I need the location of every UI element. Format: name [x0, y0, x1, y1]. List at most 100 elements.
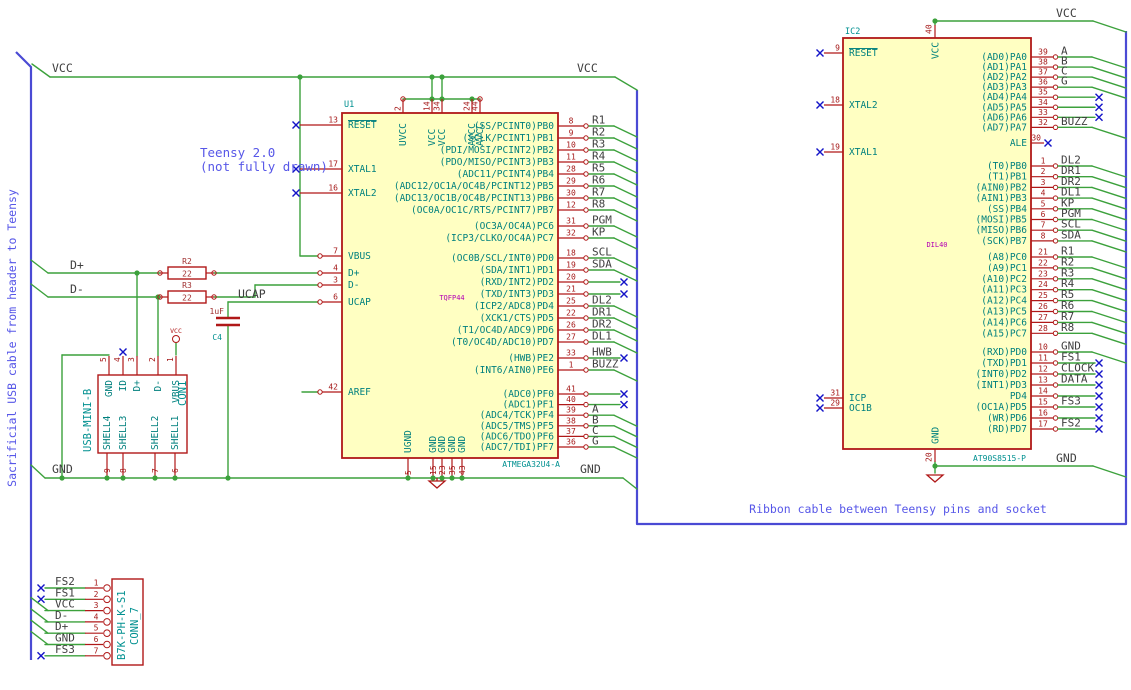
pin-name: (A11)PC3: [981, 285, 1027, 296]
resistor-r3: R3 22: [157, 281, 217, 304]
pin-name: (ICP3/CLKO/OC4A)PC7: [445, 233, 554, 244]
pin-number: 1: [166, 357, 175, 362]
no-connect-icon: [1094, 103, 1104, 112]
pin-number: 2: [148, 357, 157, 362]
no-connect-icon: [1094, 424, 1104, 434]
right-ic-pc-pins: (A8)PC0 21 R1 (A9)PC1 22 R2 (A10)PC2 23: [981, 245, 1127, 345]
pin-number: 9: [103, 468, 112, 473]
net-label-dplus: D+: [70, 258, 84, 272]
note-teensy-line1: Teensy 2.0: [200, 145, 275, 160]
pin-name: D+: [348, 268, 360, 279]
net-label-ucap: UCAP: [238, 287, 266, 301]
resistor-value: 22: [182, 294, 192, 303]
pin-number: 2: [1041, 167, 1046, 176]
pin-name: SHELL1: [170, 415, 181, 450]
pin-name: (A15)PC7: [981, 328, 1027, 339]
pin-name: (MISO)PB6: [976, 225, 1028, 236]
note-teensy-line2: (not fully drawn): [200, 159, 328, 174]
pin-number: 10: [566, 141, 576, 150]
pin-number: 26: [1038, 302, 1048, 311]
pin-name: (OC0B/SCL/INT0)PD0: [451, 253, 554, 264]
pin-name: GND: [931, 427, 942, 444]
pin-number: 4: [113, 357, 122, 362]
pin-name: (AD7)PA7: [981, 122, 1027, 133]
pin-number: 14: [1038, 387, 1048, 396]
pin-name: (MOSI)PB5: [976, 215, 1027, 226]
no-connect-icon: [1094, 380, 1104, 390]
pin-number: 34: [1038, 98, 1048, 107]
pin-name: D-: [153, 380, 164, 391]
no-connect-icon: [815, 393, 825, 403]
pin-number: 15: [1038, 398, 1048, 407]
pin-name: VBUS: [348, 251, 371, 262]
net-label: FS3: [1061, 395, 1081, 408]
left-ic-value: TQFP44: [439, 294, 464, 302]
pin-number: 19: [566, 261, 576, 270]
pin-name: XTAL2: [348, 188, 377, 199]
pin-number: 13: [328, 116, 338, 125]
pin-number: 5: [99, 357, 108, 362]
net-label: R8: [1061, 321, 1074, 334]
pin-name: AREF: [348, 387, 371, 398]
pin-name: (SS/PCINT0)PB0: [474, 121, 554, 132]
pin-name: D-: [348, 280, 359, 291]
pin-name: (ADC11/PCINT4)PB4: [457, 169, 555, 180]
pin-number: 6: [333, 293, 338, 302]
pin-number: 27: [566, 333, 576, 342]
pin-number: 11: [1038, 354, 1048, 363]
pin-name: (PDI/MOSI/PCINT2)PB2: [440, 145, 554, 156]
pin-name: (RD)PD7: [987, 424, 1027, 435]
no-connect-icon: [1094, 358, 1104, 368]
pin-number: 21: [566, 285, 576, 294]
pin-name: (INT1)PD3: [976, 380, 1027, 391]
net-label: G: [592, 435, 599, 448]
pin-number: 14: [423, 101, 432, 111]
pin-number: 39: [566, 406, 576, 415]
pin-number: 24: [1038, 280, 1048, 289]
pin-number: 16: [328, 184, 338, 193]
pin-number: 38: [1038, 58, 1048, 67]
net-label: SDA: [592, 258, 612, 271]
usb-connector: USB-MINI-B CON1 5 GND 4 ID 3 D+ 2 D- 1 V…: [82, 327, 189, 481]
pin-number: 27: [1038, 313, 1048, 322]
pin-number: 37: [566, 427, 576, 436]
pin-name: (OC1A)PD5: [976, 402, 1027, 413]
pin-number: 10: [1038, 343, 1048, 352]
no-connect-icon: [291, 120, 301, 130]
no-connect-icon: [1094, 92, 1104, 102]
pin-number: 29: [830, 399, 840, 408]
pin-name: (ADC12/OC1A/OC4B/PCINT12)PB5: [394, 181, 554, 192]
no-connect-icon: [1094, 391, 1104, 401]
pin-number: 13: [1038, 376, 1048, 385]
pin-number: 4: [94, 612, 99, 621]
pin-number: 28: [566, 165, 576, 174]
pin-name: (ICP2/ADC8)PD4: [474, 301, 554, 312]
pin-number: 30: [566, 189, 576, 198]
pin-name: (ADC5/TMS)PF5: [480, 421, 554, 432]
pin-number: 31: [830, 389, 840, 398]
right-ic-pd-pins: (RXD)PD0 10 GND (TXD)PD1 11 FS1 (INT0)PD…: [976, 340, 1127, 435]
net-label: DATA: [1061, 373, 1088, 386]
pin-name: (SS)PB4: [987, 204, 1027, 215]
pin-name: (AIN1)PB3: [976, 193, 1027, 204]
no-connect-icon: [291, 188, 301, 198]
usb-connector-value: USB-MINI-B: [82, 389, 94, 452]
pin-number: 33: [1038, 108, 1048, 117]
resistor-reference: R2: [182, 257, 192, 266]
pin-name: (TXD)PD1: [981, 358, 1027, 369]
pin-name: (ADC0)PF0: [503, 389, 555, 400]
pin-number: 7: [151, 468, 160, 473]
connector-pin: 8 SHELL3: [118, 416, 129, 481]
no-connect-icon: [1094, 413, 1104, 423]
pin-number: 31: [566, 217, 576, 226]
pin-name: RESET: [849, 48, 878, 59]
pin-number: 36: [1038, 78, 1048, 87]
no-connect-icon: [118, 347, 128, 357]
pin-name: SHELL3: [118, 416, 129, 450]
pin-name: VCC: [437, 129, 448, 146]
pin-number: 3: [94, 601, 99, 610]
pin-number: 22: [566, 309, 576, 318]
conn7-rows: 1 FS2 2 FS1 3 VCC 4 D- 5 D+ 6 GND 7 FS3: [30, 575, 111, 660]
pin-number: 40: [566, 395, 576, 404]
pin-number: 1: [569, 361, 574, 370]
